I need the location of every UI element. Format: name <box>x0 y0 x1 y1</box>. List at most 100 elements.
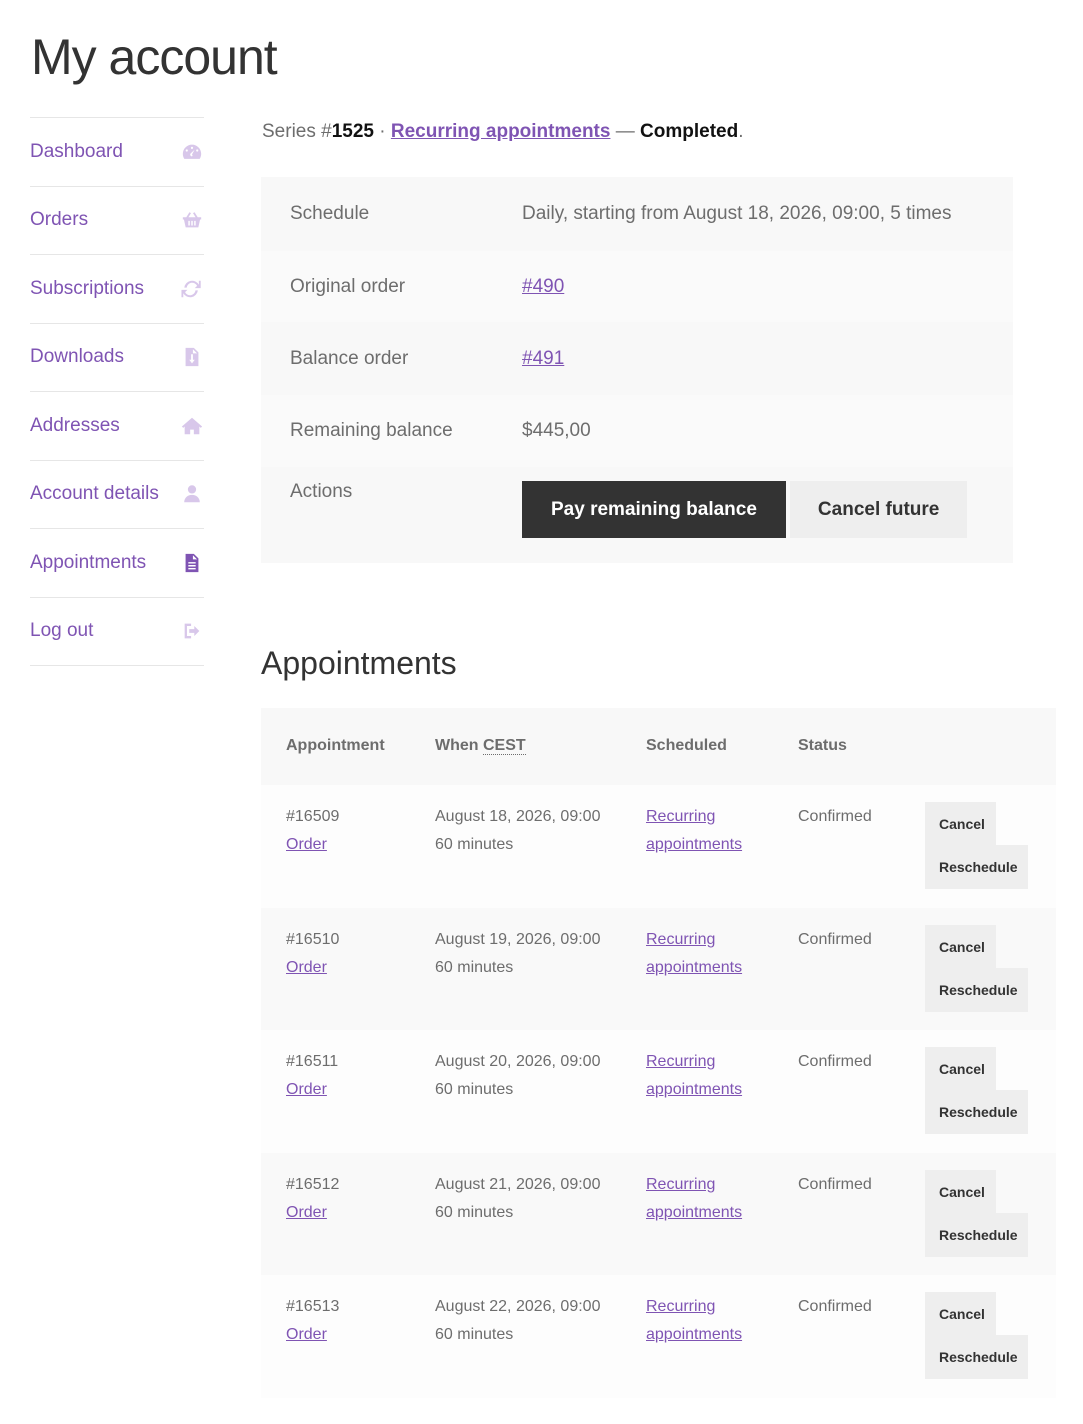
pay-remaining-balance-button[interactable]: Pay remaining balance <box>522 481 786 538</box>
table-row: #16510 Order August 19, 2026, 09:00 60 minu… <box>261 907 1056 1030</box>
appointments-table: Appointment When CEST Scheduled Status #… <box>261 708 1056 1398</box>
sidebar-item-label[interactable]: Account details <box>30 483 159 505</box>
order-link[interactable]: Order <box>286 836 327 853</box>
sidebar-item-orders[interactable]: Orders <box>30 187 204 255</box>
when-cell: August 20, 2026, 09:00 60 minutes <box>435 1048 600 1104</box>
column-header-status: Status <box>798 737 847 754</box>
document-icon <box>180 551 204 575</box>
actions-cell: Cancel Reschedule <box>925 1169 1028 1257</box>
reschedule-appointment-button[interactable]: Reschedule <box>925 967 1028 1012</box>
sidebar-item-appointments[interactable]: Appointments <box>30 529 204 598</box>
table-row: #16513 Order August 22, 2026, 09:00 60 minu… <box>261 1275 1056 1398</box>
actions-cell: Cancel Reschedule <box>925 1047 1028 1134</box>
details-row-balance-order: Balance order #491 <box>261 322 1013 395</box>
appointment-date: August 19, 2026, 09:00 <box>435 930 601 948</box>
sidebar-item-label[interactable]: Downloads <box>30 346 124 368</box>
appointment-duration: 60 minutes <box>435 1081 514 1098</box>
appointment-date: August 22, 2026, 09:00 <box>435 1298 601 1315</box>
series-prefix: Series # <box>262 121 332 142</box>
actions-cell: Cancel Reschedule <box>925 924 1028 1012</box>
cancel-appointment-button[interactable]: Cancel <box>925 1169 996 1214</box>
sidebar-item-label[interactable]: Addresses <box>30 415 120 437</box>
appointment-duration: 60 minutes <box>435 836 514 853</box>
sidebar-item-label[interactable]: Orders <box>30 209 88 231</box>
series-product-link[interactable]: Recurring appointments <box>391 121 611 142</box>
reschedule-appointment-button[interactable]: Reschedule <box>925 845 1028 889</box>
appointment-id: #16510 <box>286 930 340 948</box>
order-link[interactable]: Order <box>286 1081 327 1098</box>
details-row-actions: Actions Pay remaining balance Cancel fut… <box>261 467 1013 563</box>
sidebar-item-log-out[interactable]: Log out <box>30 598 204 666</box>
scheduled-cell: Recurring appointments <box>646 926 742 982</box>
appointment-date: August 18, 2026, 09:00 <box>435 808 601 825</box>
sidebar-item-addresses[interactable]: Addresses <box>30 392 204 461</box>
table-header: Appointment When CEST Scheduled Status <box>261 708 1056 785</box>
sidebar-item-label[interactable]: Dashboard <box>30 141 123 163</box>
scheduled-product-link[interactable]: Recurring appointments <box>646 1053 742 1098</box>
basket-icon <box>180 208 204 232</box>
details-label: Actions <box>290 481 353 502</box>
sidebar-item-dashboard[interactable]: Dashboard <box>30 118 204 187</box>
column-header-when: When CEST <box>435 737 526 755</box>
appointment-id: #16509 <box>286 808 340 825</box>
scheduled-cell: Recurring appointments <box>646 803 742 859</box>
reschedule-appointment-button[interactable]: Reschedule <box>925 1090 1028 1134</box>
cancel-appointment-button[interactable]: Cancel <box>925 802 996 846</box>
scheduled-product-link[interactable]: Recurring appointments <box>646 1298 742 1343</box>
sidebar-item-label[interactable]: Appointments <box>30 552 146 574</box>
original-order-link[interactable]: #490 <box>522 276 564 297</box>
account-navigation: Dashboard Orders Subscriptions Downloads… <box>30 117 204 666</box>
cancel-appointment-button[interactable]: Cancel <box>925 924 996 969</box>
details-value: Daily, starting from August 18, 2026, 09… <box>522 203 952 224</box>
series-end: . <box>738 121 744 142</box>
file-download-icon <box>180 345 204 369</box>
reschedule-appointment-button[interactable]: Reschedule <box>925 1335 1028 1379</box>
balance-order-link[interactable]: #491 <box>522 348 564 369</box>
sidebar-item-account-details[interactable]: Account details <box>30 461 204 529</box>
series-summary: Series #1525 · Recurring appointments — … <box>262 121 743 143</box>
column-header-scheduled: Scheduled <box>646 737 727 754</box>
scheduled-cell: Recurring appointments <box>646 1048 742 1104</box>
cancel-appointment-button[interactable]: Cancel <box>925 1047 996 1091</box>
appointment-id: #16513 <box>286 1298 340 1315</box>
series-separator: · <box>373 121 391 142</box>
series-number: 1525 <box>331 121 374 142</box>
details-row-original-order: Original order #490 <box>261 251 1013 322</box>
order-link[interactable]: Order <box>286 959 327 976</box>
sidebar-item-subscriptions[interactable]: Subscriptions <box>30 255 204 324</box>
cancel-appointment-button[interactable]: Cancel <box>925 1292 996 1336</box>
appointment-cell: #16512 Order <box>286 1171 339 1227</box>
table-row: #16512 Order August 21, 2026, 09:00 60 minu… <box>261 1152 1056 1275</box>
appointment-date: August 20, 2026, 09:00 <box>435 1053 601 1070</box>
details-row-remaining-balance: Remaining balance $445,00 <box>261 395 1013 467</box>
details-actions: Pay remaining balance Cancel future <box>522 481 968 538</box>
page-title: My account <box>31 29 278 85</box>
appointment-id: #16512 <box>286 1175 340 1193</box>
column-header-appointment: Appointment <box>286 737 385 754</box>
scheduled-product-link[interactable]: Recurring appointments <box>646 1176 742 1221</box>
when-cell: August 22, 2026, 09:00 60 minutes <box>435 1293 600 1349</box>
appointment-cell: #16509 Order <box>286 803 339 859</box>
appointment-id: #16511 <box>286 1053 339 1070</box>
cancel-future-button[interactable]: Cancel future <box>789 481 968 538</box>
details-value: $445,00 <box>522 420 591 441</box>
sidebar-item-downloads[interactable]: Downloads <box>30 324 204 392</box>
reschedule-appointment-button[interactable]: Reschedule <box>925 1212 1028 1257</box>
sidebar-item-label[interactable]: Log out <box>30 620 93 642</box>
scheduled-cell: Recurring appointments <box>646 1171 742 1227</box>
sidebar-item-label[interactable]: Subscriptions <box>30 278 144 300</box>
order-link[interactable]: Order <box>286 1204 327 1221</box>
scheduled-product-link[interactable]: Recurring appointments <box>646 808 742 853</box>
timezone-abbr: CEST <box>483 737 526 755</box>
when-cell: August 19, 2026, 09:00 60 minutes <box>435 926 600 982</box>
series-dash: — <box>610 121 641 142</box>
order-link[interactable]: Order <box>286 1326 327 1343</box>
details-value: #491 <box>522 348 564 370</box>
appointment-date: August 21, 2026, 09:00 <box>435 1175 601 1193</box>
table-row: #16509 Order August 18, 2026, 09:00 60 minu… <box>261 785 1056 908</box>
actions-cell: Cancel Reschedule <box>925 1292 1028 1379</box>
appointments-rows: #16509 Order August 18, 2026, 09:00 60 minu… <box>261 785 1056 1398</box>
details-value: #490 <box>522 276 564 298</box>
status-cell: Confirmed <box>798 930 872 948</box>
scheduled-product-link[interactable]: Recurring appointments <box>646 931 742 976</box>
